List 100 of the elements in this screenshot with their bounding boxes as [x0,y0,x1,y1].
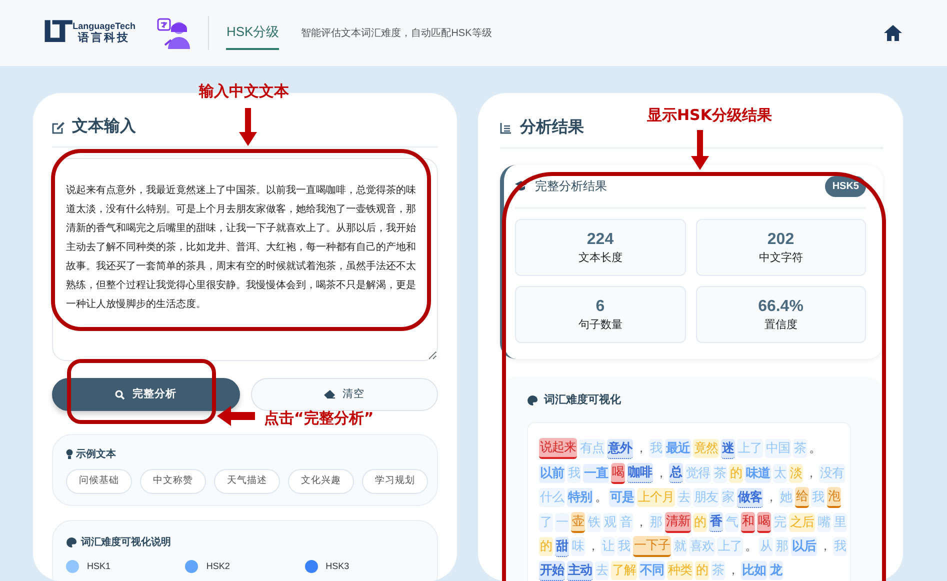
annotation-label: 点击“完整分析” [264,408,374,429]
example-chip[interactable]: 中文称赞 [140,469,206,494]
word-token: 我 [617,537,631,556]
list-icon [500,122,512,134]
word-token: 一 [555,512,569,532]
word-token: 壶 [571,512,585,532]
word-token: 的 [729,464,743,482]
punctuation: ， [655,464,667,482]
palette-icon [66,537,77,548]
word-token: 竟然 [693,439,719,458]
panel-title: 文本输入 [72,116,136,137]
word-token: 特别 [567,488,593,507]
home-icon[interactable] [883,24,903,42]
word-token: 音 [619,512,633,532]
word-token: 喜欢 [689,537,715,556]
edit-icon [52,120,65,134]
eraser-icon [324,390,336,399]
stat-value: 66.4% [758,296,804,317]
stat-label: 文本长度 [578,252,622,266]
word-token: 什么 [539,488,565,507]
word-token: 去 [677,488,691,507]
logo-mark: LT [42,18,69,48]
punctuation: ， [727,562,739,579]
stat-value: 224 [586,230,614,250]
search-icon [115,390,126,400]
word-token: 从 [759,537,773,556]
legend-label: HSK1 [87,560,111,573]
word-token: 上个月 [637,488,675,507]
legend-label: HSK2 [206,560,230,573]
word-token: 觉得 [685,464,711,482]
word-token: 就 [673,537,687,556]
annotation-label: 显示HSK分级结果 [647,105,772,126]
down-arrow [239,108,257,146]
lightbulb-icon [66,449,73,460]
palette-icon [527,394,538,406]
word-token: 我 [567,464,581,482]
down-arrow [691,130,709,170]
summary-title: 完整分析结果 [535,178,607,195]
word-token: 嘴 [817,512,831,532]
word-token: 有点 [579,439,605,458]
word-token: 种类 [667,561,693,580]
clear-button[interactable]: 清空 [250,378,438,411]
word-token: 可是 [609,488,635,507]
word-token: 完 [773,512,787,532]
example-chip[interactable]: 问候基础 [66,469,132,494]
word-token: 了 [539,512,553,532]
word-token: 去 [595,561,609,580]
word-token: 比如 [741,561,767,580]
translator-avatar-icon [157,17,192,49]
word-token: 茶 [713,464,727,482]
examples-title: 示例文本 [76,448,116,462]
word-token: 了解 [611,561,637,580]
word-token: 观 [603,512,617,532]
word-token: 太 [773,464,787,482]
word-token: 家 [721,488,735,507]
word-token: 我 [811,488,825,507]
word-token: 上了 [717,537,743,556]
hsk-level-badge: HSK5 [825,176,866,196]
punctuation: ， [587,538,599,555]
punctuation: ， [819,538,831,555]
word-token: 以前 [539,464,565,482]
word-token: 主动 [567,560,593,580]
text-input-field[interactable]: 说起来有点意外，我最近竟然迷上了中国茶。以前我一直喝咖啡，总觉得茶的味道太淡，没有什么特别。可是上个月去朋友家做客，她给我泡了一壶铁观音，那清新的香气和喝完之后嘴里的甜味，让我一下子就喜欢上了。从那以后，我开始主动去了解不同种类的茶，比如龙井、普洱、大红袍，每一种都有自己的产地和故事。我还买了一套简单的茶具，周末有空的时候就试着泡茶，虽然手法还不太熟练，但整个过程让我觉得心里很安静。我慢慢体会到，喝茶不只是解渴，更是一种让人放慢脚步的生活态度。 [52,158,438,361]
word-token: 茶 [793,439,807,458]
word-token: 开始 [539,560,565,580]
nav-tab[interactable]: HSK分级 [226,16,280,50]
word-token: 铁 [587,512,601,532]
punctuation: ， [635,440,647,457]
punctuation: ， [765,489,777,506]
word-token: 不同 [639,561,665,580]
word-token: 一直 [583,464,609,482]
word-token: 一下子 [633,536,671,557]
example-chip[interactable]: 学习规划 [362,469,428,494]
word-token: 没有 [819,464,845,482]
word-token: 甜 [555,536,569,556]
analyze-button[interactable]: 完整分析 [52,378,240,411]
word-token: 淡 [789,464,803,482]
word-token: 我 [833,537,847,556]
example-chip[interactable]: 天气描述 [214,469,280,494]
word-token: 之后 [789,512,815,532]
stat-label: 置信度 [764,318,798,332]
example-chip[interactable]: 文化兴趣 [288,469,354,494]
word-token: 龙 [769,561,783,580]
panel-title: 分析结果 [520,118,584,138]
word-token: 和 [741,512,755,532]
logo-subtitle: 语言科技 [78,32,130,46]
word-token: 的 [539,537,553,556]
word-token: 喝 [757,512,771,532]
word-token: 喝 [611,462,625,484]
word-token: 我 [649,439,663,458]
word-token: 说起来 [539,438,577,459]
word-token: 的 [693,512,707,532]
word-token: 让 [601,537,615,556]
word-token: 做客 [737,488,763,508]
word-token: 味道 [745,464,771,482]
word-token: 迷 [721,438,735,458]
word-token: 里 [833,512,847,532]
legend-title: 词汇难度可视化说明 [81,535,171,550]
punctuation: 。 [809,440,821,457]
legend-label: HSK3 [326,560,350,573]
